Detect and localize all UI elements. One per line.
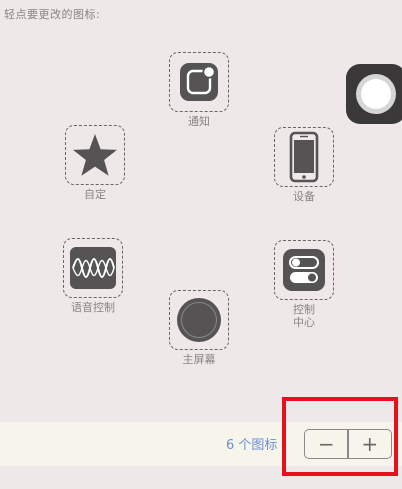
assistive-touch-button[interactable] — [346, 64, 402, 124]
notification-icon-slot[interactable] — [169, 52, 229, 112]
instruction-text: 轻点要更改的图标: — [4, 8, 101, 21]
waveform-icon — [70, 247, 116, 289]
menu-item-notification[interactable]: 通知 — [169, 52, 229, 128]
home-button-icon — [177, 298, 221, 342]
menu-item-control-center[interactable]: 控制 中心 — [274, 240, 334, 329]
star-icon — [73, 134, 117, 176]
home-icon-slot[interactable] — [169, 290, 229, 350]
menu-item-label: 控制 中心 — [293, 303, 315, 329]
menu-item-label: 设备 — [293, 190, 315, 203]
highlight-annotation — [282, 397, 398, 476]
notification-icon — [180, 63, 218, 101]
menu-item-voice-control[interactable]: 语音控制 — [63, 238, 123, 314]
menu-item-label: 自定 — [84, 188, 106, 201]
custom-icon-slot[interactable] — [65, 125, 125, 185]
menu-item-label: 通知 — [188, 115, 210, 128]
menu-item-custom[interactable]: 自定 — [65, 125, 125, 201]
assistive-touch-icon — [356, 74, 396, 114]
menu-item-label: 主屏幕 — [182, 353, 216, 366]
device-icon-slot[interactable] — [274, 127, 334, 187]
phone-icon — [289, 131, 319, 183]
menu-item-device[interactable]: 设备 — [274, 127, 334, 203]
toggle-switches-icon — [283, 249, 325, 291]
control-center-icon-slot[interactable] — [274, 240, 334, 300]
menu-item-home[interactable]: 主屏幕 — [169, 290, 229, 366]
menu-item-label: 语音控制 — [71, 301, 115, 314]
voice-control-icon-slot[interactable] — [63, 238, 123, 298]
icon-count-label: 6 个图标 — [226, 438, 278, 453]
